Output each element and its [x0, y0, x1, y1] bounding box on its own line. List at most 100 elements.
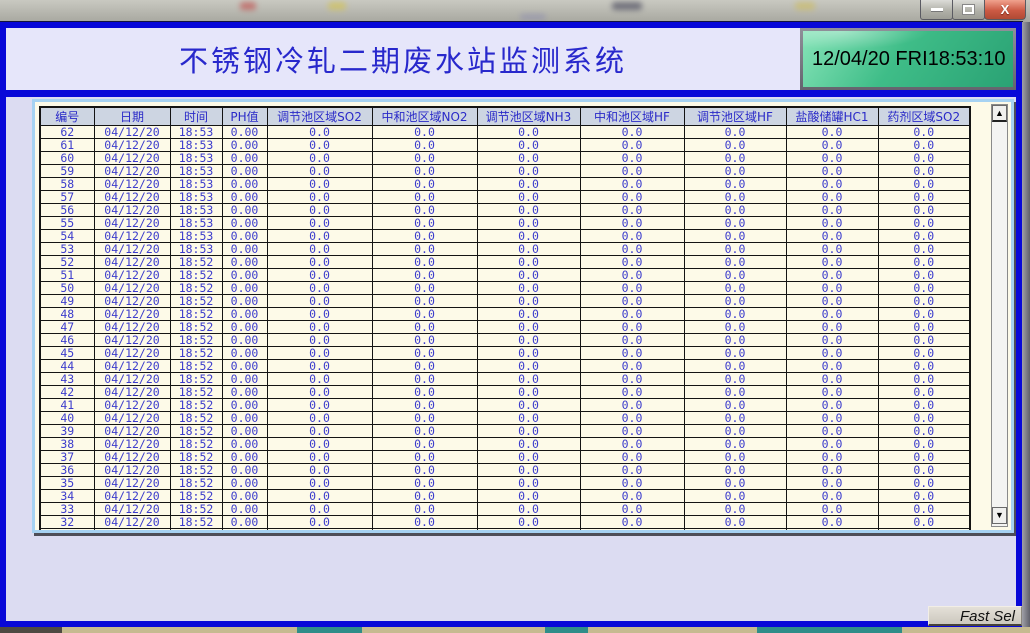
table-row[interactable]: 6104/12/2018:530.000.00.00.00.00.00.00.0 [40, 139, 970, 152]
table-cell: 04/12/20 [94, 477, 170, 490]
table-cell: 47 [40, 321, 94, 334]
column-header[interactable]: 调节池区域SO2 [267, 107, 372, 126]
table-cell: 0.0 [580, 256, 684, 269]
table-row[interactable]: 4504/12/2018:520.000.00.00.00.00.00.00.0 [40, 347, 970, 360]
column-header[interactable]: 编号 [40, 107, 94, 126]
table-cell: 0.0 [786, 269, 878, 282]
table-row[interactable]: 5504/12/2018:530.000.00.00.00.00.00.00.0 [40, 217, 970, 230]
table-cell: 0.0 [477, 451, 580, 464]
table-cell: 18:52 [170, 451, 222, 464]
column-header[interactable]: PH值 [222, 107, 267, 126]
table-cell: 0.0 [786, 191, 878, 204]
table-row[interactable]: 5104/12/2018:520.000.00.00.00.00.00.00.0 [40, 269, 970, 282]
table-row[interactable]: 3504/12/2018:520.000.00.00.00.00.00.00.0 [40, 477, 970, 490]
table-row[interactable]: 5004/12/2018:520.000.00.00.00.00.00.00.0 [40, 282, 970, 295]
title-area: 不锈钢冷轧二期废水站监测系统 [6, 28, 800, 90]
column-header[interactable]: 调节池区域HF [684, 107, 786, 126]
close-button[interactable]: X [984, 0, 1026, 20]
table-cell: 0.0 [477, 516, 580, 529]
table-cell: 0.0 [580, 139, 684, 152]
table-row[interactable]: 4104/12/2018:520.000.00.00.00.00.00.00.0 [40, 399, 970, 412]
table-row[interactable]: 6204/12/2018:530.000.00.00.00.00.00.00.0 [40, 126, 970, 139]
table-row[interactable]: 3104/12/2018:520.000.00.00.00.00.00.00.0 [40, 529, 970, 534]
table-cell: 0.0 [372, 178, 477, 191]
scroll-up-button[interactable]: ▲ [992, 105, 1007, 122]
table-row[interactable]: 4004/12/2018:520.000.00.00.00.00.00.00.0 [40, 412, 970, 425]
column-header[interactable]: 时间 [170, 107, 222, 126]
table-cell: 0.0 [786, 126, 878, 139]
maximize-button[interactable] [952, 0, 985, 20]
table-cell: 0.0 [477, 347, 580, 360]
table-cell: 0.00 [222, 464, 267, 477]
table-row[interactable]: 3704/12/2018:520.000.00.00.00.00.00.00.0 [40, 451, 970, 464]
column-header[interactable]: 日期 [94, 107, 170, 126]
table-row[interactable]: 4404/12/2018:520.000.00.00.00.00.00.00.0 [40, 360, 970, 373]
table-cell: 0.0 [580, 373, 684, 386]
table-row[interactable]: 3804/12/2018:520.000.00.00.00.00.00.00.0 [40, 438, 970, 451]
table-cell: 0.0 [878, 126, 970, 139]
table-cell: 0.0 [684, 360, 786, 373]
column-header[interactable]: 调节池区域NH3 [477, 107, 580, 126]
app-window: 不锈钢冷轧二期废水站监测系统 12/04/20 FRI 18:53:10 编号日… [0, 22, 1022, 627]
table-row[interactable]: 4804/12/2018:520.000.00.00.00.00.00.00.0 [40, 308, 970, 321]
table-cell: 44 [40, 360, 94, 373]
table-row[interactable]: 5304/12/2018:530.000.00.00.00.00.00.00.0 [40, 243, 970, 256]
fast-sel-button[interactable]: Fast Sel [928, 606, 1022, 626]
table-cell: 0.0 [878, 165, 970, 178]
table-cell: 04/12/20 [94, 412, 170, 425]
table-cell: 0.0 [267, 256, 372, 269]
table-row[interactable]: 3204/12/2018:520.000.00.00.00.00.00.00.0 [40, 516, 970, 529]
page-title: 不锈钢冷轧二期废水站监测系统 [179, 38, 627, 80]
table-cell: 18:53 [170, 152, 222, 165]
table-cell: 0.0 [878, 529, 970, 534]
column-header[interactable]: 中和池区域NO2 [372, 107, 477, 126]
column-header[interactable]: 药剂区域SO2 [878, 107, 970, 126]
table-row[interactable]: 3604/12/2018:520.000.00.00.00.00.00.00.0 [40, 464, 970, 477]
table-row[interactable]: 3304/12/2018:520.000.00.00.00.00.00.00.0 [40, 503, 970, 516]
column-header[interactable]: 盐酸储罐HC1 [786, 107, 878, 126]
table-cell: 0.0 [786, 438, 878, 451]
table-row[interactable]: 5804/12/2018:530.000.00.00.00.00.00.00.0 [40, 178, 970, 191]
table-cell: 0.0 [372, 516, 477, 529]
table-cell: 0.0 [786, 256, 878, 269]
table-row[interactable]: 4304/12/2018:520.000.00.00.00.00.00.00.0 [40, 373, 970, 386]
table-cell: 0.0 [477, 126, 580, 139]
vertical-scrollbar[interactable]: ▲ ▼ [991, 104, 1008, 527]
table-row[interactable]: 5604/12/2018:530.000.00.00.00.00.00.00.0 [40, 204, 970, 217]
table-cell: 0.0 [372, 230, 477, 243]
table-cell: 0.0 [372, 360, 477, 373]
table-row[interactable]: 5704/12/2018:530.000.00.00.00.00.00.00.0 [40, 191, 970, 204]
table-row[interactable]: 3404/12/2018:520.000.00.00.00.00.00.00.0 [40, 490, 970, 503]
table-cell: 0.00 [222, 282, 267, 295]
table-cell: 0.0 [786, 295, 878, 308]
table-cell: 0.00 [222, 217, 267, 230]
table-row[interactable]: 4204/12/2018:520.000.00.00.00.00.00.00.0 [40, 386, 970, 399]
table-row[interactable]: 6004/12/2018:530.000.00.00.00.00.00.00.0 [40, 152, 970, 165]
table-header: 编号日期时间PH值调节池区域SO2中和池区域NO2调节池区域NH3中和池区域HF… [40, 107, 970, 126]
table-cell: 0.0 [878, 451, 970, 464]
table-row[interactable]: 3904/12/2018:520.000.00.00.00.00.00.00.0 [40, 425, 970, 438]
minimize-icon [931, 8, 943, 11]
table-row[interactable]: 4904/12/2018:520.000.00.00.00.00.00.00.0 [40, 295, 970, 308]
table-cell: 0.0 [580, 126, 684, 139]
table-cell: 0.0 [878, 425, 970, 438]
table-cell: 18:52 [170, 529, 222, 534]
background-window-blur [520, 14, 546, 20]
table-cell: 18:52 [170, 490, 222, 503]
table-cell: 0.0 [372, 217, 477, 230]
table-cell: 0.0 [477, 386, 580, 399]
table-cell: 18:52 [170, 269, 222, 282]
table-row[interactable]: 5904/12/2018:530.000.00.00.00.00.00.00.0 [40, 165, 970, 178]
column-header[interactable]: 中和池区域HF [580, 107, 684, 126]
table-cell: 0.0 [684, 503, 786, 516]
minimize-button[interactable] [920, 0, 953, 20]
table-cell: 62 [40, 126, 94, 139]
table-row[interactable]: 4704/12/2018:520.000.00.00.00.00.00.00.0 [40, 321, 970, 334]
table-row[interactable]: 5404/12/2018:530.000.00.00.00.00.00.00.0 [40, 230, 970, 243]
table-cell: 0.00 [222, 269, 267, 282]
table-cell: 0.0 [372, 451, 477, 464]
table-row[interactable]: 4604/12/2018:520.000.00.00.00.00.00.00.0 [40, 334, 970, 347]
table-row[interactable]: 5204/12/2018:520.000.00.00.00.00.00.00.0 [40, 256, 970, 269]
arrow-up-icon: ▲ [995, 109, 1004, 118]
scroll-down-button[interactable]: ▼ [992, 507, 1007, 524]
